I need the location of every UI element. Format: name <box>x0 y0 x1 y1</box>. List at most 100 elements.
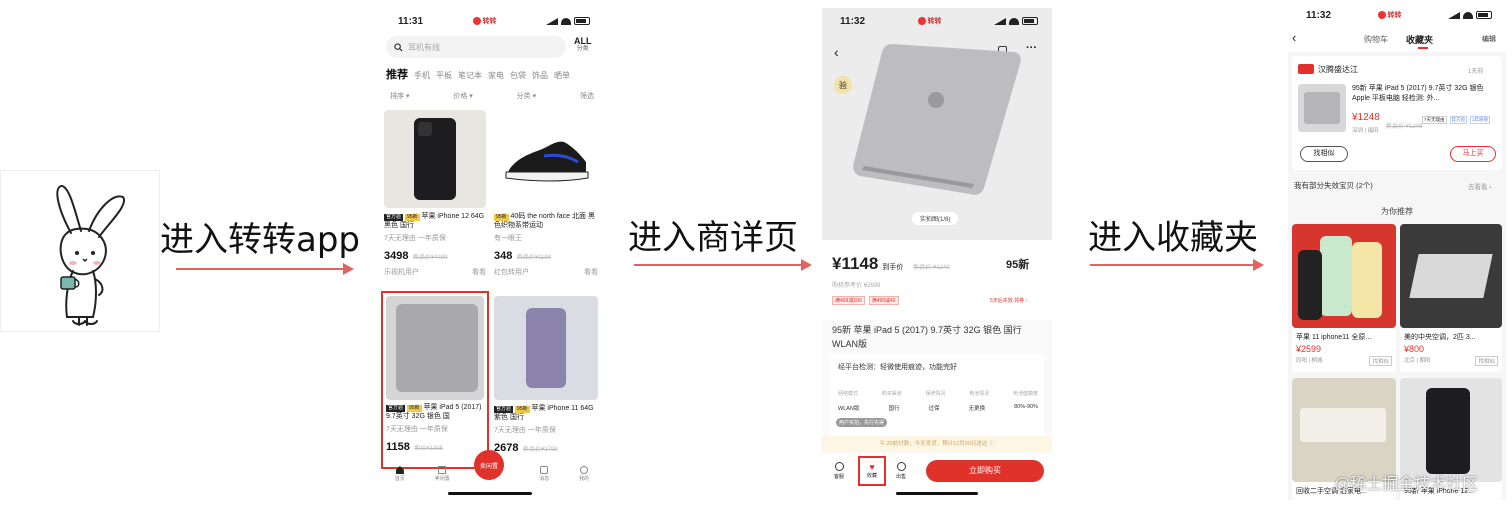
product-title: 40码 the north face 北面 黑色织物系带运动 <box>494 213 595 230</box>
product-card[interactable]: 官方验 95新 苹果 iPhone 11 64G 紫色 国行 7天无理由 一年质… <box>494 296 598 466</box>
tab-tablets[interactable]: 平板 <box>436 70 452 81</box>
product-image <box>386 296 484 400</box>
recommend-price: ¥800 <box>1404 344 1425 354</box>
recommend-location: 同阳 | 桐城 <box>1296 358 1323 364</box>
buy-now-button[interactable]: 马上买 <box>1450 146 1496 162</box>
verified-badge: 验 <box>834 76 852 94</box>
buy-now-button[interactable]: 立即购买 <box>926 460 1044 482</box>
filter-sort[interactable]: 排序 ▾ <box>390 91 409 101</box>
home-icon <box>395 466 404 474</box>
expired-items-label: 我有部分失效宝贝 (2个) <box>1294 181 1373 190</box>
recommend-card[interactable]: 苹果 11 iphone11 全原... ¥2599 同阳 | 桐城 找相似 <box>1292 224 1396 372</box>
product-image <box>384 110 486 208</box>
spec-values: WLAN版 国行 过保 无更换 80%-90% <box>838 404 1038 412</box>
filter-category[interactable]: 分类 ▾ <box>517 91 536 101</box>
product-photo-area: 11:32 转转 ‹ ··· 验 实拍图(1/8) <box>822 8 1052 240</box>
tab-cart[interactable]: 购物车 <box>1364 34 1388 45</box>
reference-price: 购机参考价 ¥2699 <box>832 283 881 289</box>
tab-recommend[interactable]: 推荐 <box>386 66 408 82</box>
sell-button[interactable]: 出售 <box>896 462 906 480</box>
heart-icon: ♥ <box>869 462 875 472</box>
sell-icon <box>438 466 447 474</box>
filter-screen[interactable]: 筛选 <box>580 91 594 101</box>
favorites-header: ‹ 购物车 收藏夹 编辑 <box>1288 28 1506 52</box>
nav-home[interactable]: 首页 <box>395 466 405 486</box>
customer-service-button[interactable]: 客服 <box>834 462 844 480</box>
product-card[interactable]: 官方验 95新 苹果 iPhone 12 64G 黑色 国行 7天无理由 一年质… <box>384 110 486 286</box>
home-screen: 11:31 转转 耳机有线 ALL 分类 推荐 手机 平板 笔记本 家电 包袋 … <box>380 8 604 498</box>
search-icon <box>394 42 403 52</box>
status-bar: 11:31 转转 <box>380 8 604 34</box>
battery-icon <box>574 17 590 25</box>
signal-icon <box>994 17 1006 25</box>
tab-favorites[interactable]: 收藏夹 <box>1406 33 1433 46</box>
tab-laptops[interactable]: 笔记本 <box>458 70 482 81</box>
search-bar[interactable]: 耳机有线 <box>386 36 566 58</box>
seller-name: 乐视机用户 <box>384 268 419 276</box>
signal-icon <box>546 17 558 25</box>
item-price: ¥1248 <box>1352 112 1380 123</box>
coupon-tag[interactable]: 满499减100 <box>832 296 865 305</box>
all-categories-button[interactable]: ALL 分类 <box>574 37 592 53</box>
expired-items-link[interactable]: 去看看 › <box>1468 181 1491 191</box>
item-thumbnail <box>1298 84 1346 132</box>
recommend-image <box>1292 224 1396 328</box>
status-time: 11:32 <box>1306 9 1332 21</box>
product-image <box>494 110 598 208</box>
coupon-tag[interactable]: 满499减40 <box>868 296 899 305</box>
tab-bags[interactable]: 包袋 <box>510 70 526 81</box>
nav-messages[interactable]: 消息 <box>539 466 549 486</box>
recycle-icon <box>896 462 906 471</box>
status-time: 11:31 <box>398 15 424 27</box>
tab-jewelry[interactable]: 饰品 <box>532 70 548 81</box>
item-title: 95新 苹果 iPad 5 (2017) 9.7英寸 32G 银色 Apple … <box>1352 85 1484 103</box>
favorites-screen: 11:32 转转 ‹ 购物车 收藏夹 编辑 汉腾盛达江 1天前 95新 苹果 i… <box>1288 2 1506 500</box>
favorite-item-card[interactable]: 汉腾盛达江 1天前 95新 苹果 iPad 5 (2017) 9.7英寸 32G… <box>1292 56 1502 170</box>
find-similar-button[interactable]: 找相似 <box>1369 356 1392 366</box>
filter-bar: 排序 ▾ 价格 ▾ 分类 ▾ 筛选 <box>390 91 594 101</box>
nav-sell[interactable]: 卖闲置 <box>435 466 450 486</box>
brand-mark: 转转 <box>1377 10 1402 20</box>
product-price: 3498 <box>384 249 409 262</box>
back-icon[interactable]: ‹ <box>1292 30 1296 45</box>
headset-icon <box>834 462 844 471</box>
spec-tag: 用户实拍，先行先得 <box>836 418 888 427</box>
rabbit-mascot-icon <box>56 185 125 326</box>
profile-icon <box>580 466 589 474</box>
caption-enter-detail: 进入商详页 <box>628 218 798 258</box>
product-detail-screen: 11:32 转转 ‹ ··· 验 实拍图(1/8) ¥1148 到手价 新品价 … <box>822 8 1052 498</box>
price-block: ¥1148 到手价 新品价 ¥1249 95新 购机参考价 ¥2699 满499… <box>822 240 1052 320</box>
detail-price: ¥1148 <box>832 254 879 273</box>
recommend-title: 苹果 11 iphone11 全原... <box>1296 334 1372 341</box>
find-similar-button[interactable]: 找相似 <box>1475 356 1498 366</box>
coupon-link[interactable]: 5天后失效 领券 › <box>990 297 1027 304</box>
signal-icon <box>1448 11 1460 19</box>
wifi-icon <box>1463 11 1473 19</box>
recommend-price: ¥2599 <box>1296 344 1322 354</box>
edit-button[interactable]: 编辑 <box>1482 34 1496 44</box>
recommend-location: 北京 | 朝阳 <box>1404 358 1431 364</box>
brand-logo-icon <box>1377 11 1386 19</box>
more-icon[interactable]: ··· <box>1026 42 1037 54</box>
favorite-button[interactable]: ♥ 收藏 <box>858 456 886 486</box>
tab-showcase[interactable]: 晒单 <box>554 70 570 81</box>
find-similar-button[interactable]: 找相似 <box>1300 146 1348 162</box>
highlighted-product-card[interactable]: 官方验 95新 苹果 iPad 5 (2017) 9.7英寸 32G 银色 国 … <box>381 291 489 469</box>
recommend-heading: 为你推荐 <box>1381 207 1413 216</box>
nav-profile[interactable]: 我的 <box>579 466 589 486</box>
shop-name: 汉腾盛达江 <box>1318 65 1358 74</box>
back-icon[interactable]: ‹ <box>834 44 839 60</box>
home-indicator <box>896 492 978 495</box>
inspection-card: 经平台检测：轻微使用痕迹，功能完好 网络模式 购买渠道 保修情况 电池情况 电池健康度 … <box>830 354 1044 438</box>
watermark: @稀土掘金技术社区 <box>1334 476 1479 493</box>
flow-arrow-1 <box>176 263 354 275</box>
filter-price[interactable]: 价格 ▾ <box>453 91 472 101</box>
coupon-list: 满499减100 满499减40 <box>832 296 899 305</box>
product-card[interactable]: 95新 40码 the north face 北面 黑色织物系带运动 有一眼王 … <box>494 110 598 286</box>
sneaker-icon <box>505 141 589 182</box>
tab-appliances[interactable]: 家电 <box>488 70 504 81</box>
recommend-card[interactable]: 美的中央空调，2匹 3... ¥800 北京 | 朝阳 找相似 <box>1400 224 1502 372</box>
status-bar: 11:32 转转 <box>822 8 1052 34</box>
tab-phones[interactable]: 手机 <box>414 70 430 81</box>
inspection-summary: 经平台检测：轻微使用痕迹，功能完好 <box>838 364 957 371</box>
